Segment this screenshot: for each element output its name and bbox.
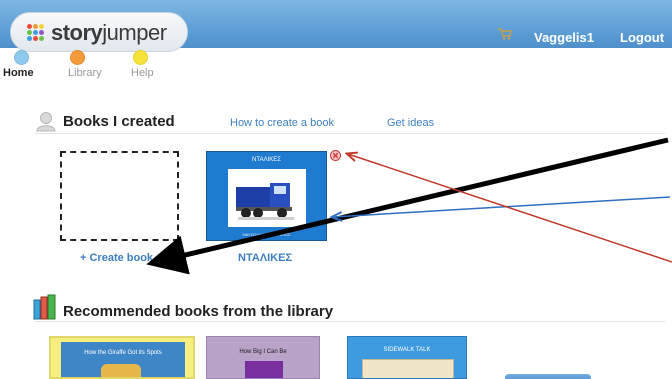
- book-caption-link[interactable]: ΝΤΑΛΙΚΕΣ: [238, 252, 292, 264]
- logo-dots-icon: [27, 24, 45, 42]
- user-avatar-icon: [36, 112, 56, 132]
- delete-book-icon[interactable]: [330, 150, 341, 161]
- nav-library[interactable]: Library: [68, 67, 102, 79]
- blue-arrow: [333, 196, 671, 217]
- book-cover-ntalikes[interactable]: ΝΤΑΛΙΚΕΣ ΜΑΥΣΟΥΛΑΣ ΕΥΑΓΓΕΛΟΣ: [206, 151, 327, 241]
- partial-button[interactable]: [505, 374, 591, 379]
- nav-help[interactable]: Help: [131, 67, 154, 79]
- truck-icon: [236, 183, 294, 220]
- book-cover-title: ΝΤΑΛΙΚΕΣ: [252, 157, 281, 163]
- nav-home-circle[interactable]: [14, 50, 29, 65]
- logo-text: storyjumper: [51, 21, 167, 45]
- nav-home[interactable]: Home: [3, 67, 34, 79]
- username-link[interactable]: Vaggelis1: [534, 30, 594, 45]
- section-divider: [35, 133, 665, 134]
- books-icon: [33, 294, 56, 320]
- books-created-title: Books I created: [63, 113, 175, 130]
- book-cover-author: ΜΑΥΣΟΥΛΑΣ ΕΥΑΓΓΕΛΟΣ: [242, 232, 291, 237]
- section-divider: [35, 321, 665, 322]
- recommended-book-title: How Big I Can Be: [239, 349, 287, 355]
- logo-text-jumper: jumper: [102, 20, 167, 45]
- nav-help-circle[interactable]: [133, 50, 148, 65]
- recommended-book-giraffe[interactable]: How the Giraffe Got its Spots: [49, 336, 195, 379]
- create-book-placeholder[interactable]: [60, 151, 179, 241]
- storyjumper-logo[interactable]: storyjumper: [10, 12, 188, 52]
- logo-text-story: story: [51, 20, 103, 45]
- logout-link[interactable]: Logout: [620, 30, 664, 45]
- recommended-book-title: SIDEWALK TALK: [383, 347, 431, 353]
- recommended-title: Recommended books from the library: [63, 303, 334, 320]
- shopping-cart-icon[interactable]: [498, 28, 512, 40]
- recommended-book-title: How the Giraffe Got its Spots: [84, 350, 162, 356]
- book-cover-image: [228, 169, 306, 227]
- how-to-create-link[interactable]: How to create a book: [230, 117, 334, 129]
- create-book-link[interactable]: + Create book: [80, 252, 153, 264]
- nav-library-circle[interactable]: [70, 50, 85, 65]
- get-ideas-link[interactable]: Get ideas: [387, 117, 434, 129]
- red-arrow: [348, 154, 672, 263]
- recommended-book-sidewalk[interactable]: SIDEWALK TALK: [347, 336, 467, 379]
- recommended-book-how-big[interactable]: How Big I Can Be: [206, 336, 320, 379]
